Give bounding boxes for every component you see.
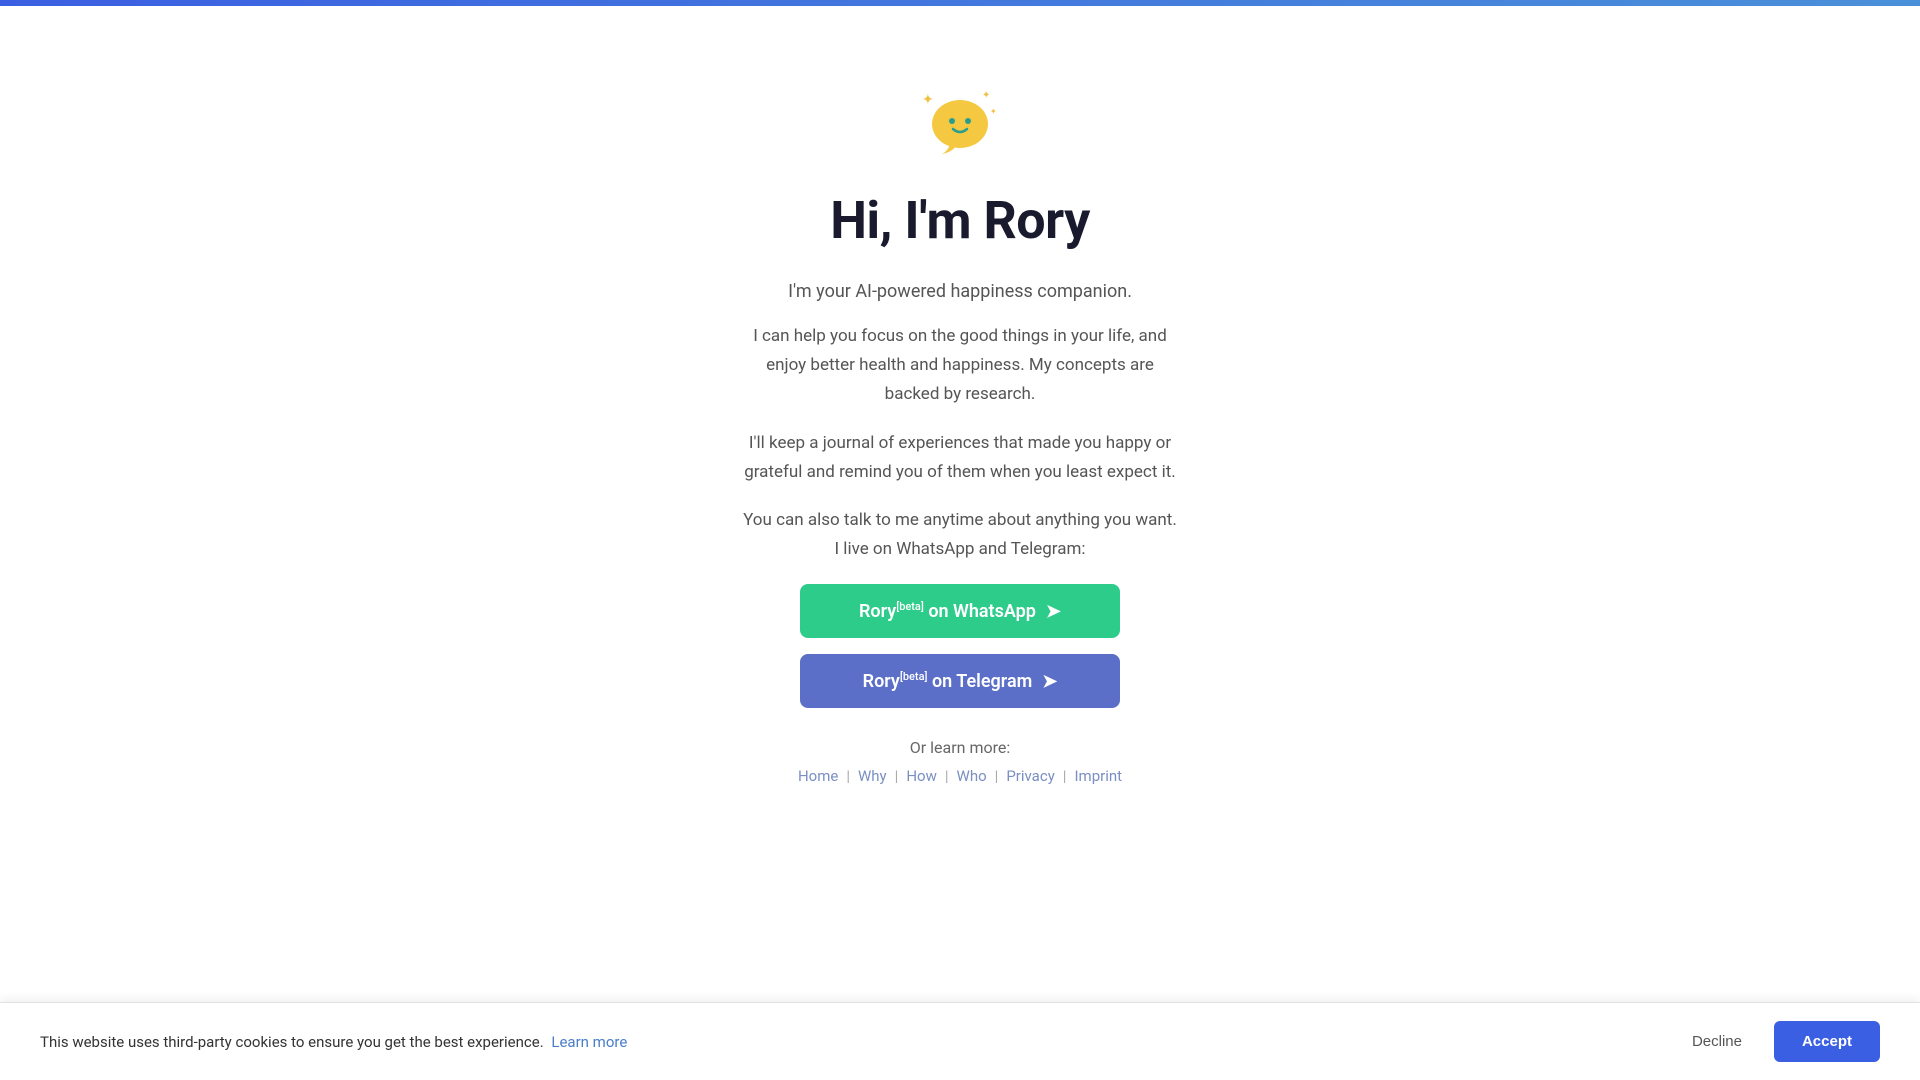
decline-button[interactable]: Decline bbox=[1672, 1023, 1762, 1060]
nav-imprint[interactable]: Imprint bbox=[1074, 767, 1122, 785]
svg-text:✦: ✦ bbox=[990, 107, 997, 116]
description-3: You can also talk to me anytime about an… bbox=[740, 506, 1180, 564]
telegram-beta: [beta] bbox=[900, 670, 928, 683]
telegram-button[interactable]: Rory[beta] on Telegram ➤ bbox=[800, 654, 1120, 708]
nav-who[interactable]: Who bbox=[957, 767, 987, 785]
cookie-buttons: Decline Accept bbox=[1672, 1021, 1880, 1062]
accept-button[interactable]: Accept bbox=[1774, 1021, 1880, 1062]
svg-text:✦: ✦ bbox=[982, 90, 990, 101]
logo-container: ✦ ✦ ✦ bbox=[920, 86, 1000, 170]
description-1: I can help you focus on the good things … bbox=[740, 322, 1180, 409]
subtitle: I'm your AI-powered happiness companion. bbox=[788, 281, 1132, 302]
cookie-banner: This website uses third-party cookies to… bbox=[0, 1002, 1920, 1080]
nav-how[interactable]: How bbox=[906, 767, 937, 785]
svg-text:✦: ✦ bbox=[922, 92, 934, 108]
send-icon-whatsapp: ➤ bbox=[1046, 601, 1061, 622]
whatsapp-label: Rory[beta] on WhatsApp bbox=[859, 600, 1036, 622]
nav-home[interactable]: Home bbox=[798, 767, 838, 785]
whatsapp-beta: [beta] bbox=[896, 600, 924, 613]
nav-privacy[interactable]: Privacy bbox=[1006, 767, 1054, 785]
cookie-message: This website uses third-party cookies to… bbox=[40, 1033, 544, 1051]
main-content: ✦ ✦ ✦ Hi, I'm Rory I'm your AI-powered h… bbox=[0, 6, 1920, 865]
page-title: Hi, I'm Rory bbox=[830, 190, 1090, 251]
rory-logo: ✦ ✦ ✦ bbox=[920, 86, 1000, 166]
nav-links: Home | Why | How | Who | Privacy | Impri… bbox=[798, 767, 1122, 785]
nav-why[interactable]: Why bbox=[858, 767, 887, 785]
or-learn-text: Or learn more: bbox=[910, 738, 1011, 757]
cookie-learn-more[interactable]: Learn more bbox=[551, 1033, 627, 1051]
whatsapp-button[interactable]: Rory[beta] on WhatsApp ➤ bbox=[800, 584, 1120, 638]
description-2: I'll keep a journal of experiences that … bbox=[740, 429, 1180, 487]
send-icon-telegram: ➤ bbox=[1042, 671, 1057, 692]
cookie-text: This website uses third-party cookies to… bbox=[40, 1033, 1672, 1051]
telegram-label: Rory[beta] on Telegram bbox=[863, 670, 1033, 692]
